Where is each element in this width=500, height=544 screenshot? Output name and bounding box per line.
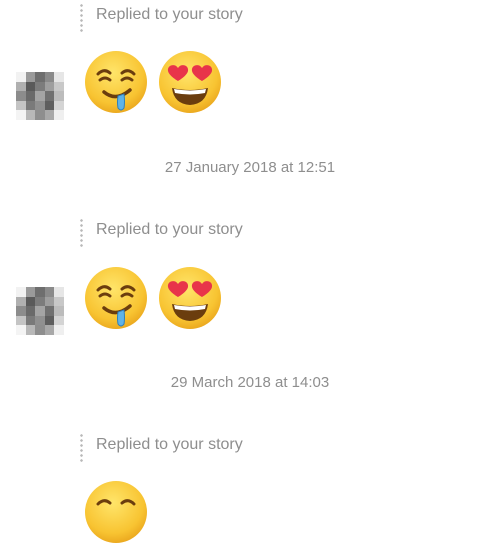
drooling-face-emoji [85,481,147,543]
replied-to-story-label: Replied to your story [96,221,243,238]
replied-to-story-label: Replied to your story [96,436,243,453]
smiling-face-with-heart-eyes-emoji [159,267,221,329]
story-reply-header[interactable]: Replied to your story [80,433,480,463]
avatar[interactable] [14,72,66,120]
avatar[interactable] [14,287,66,335]
drooling-face-emoji [85,51,147,113]
story-reply-header[interactable]: Replied to your story [80,3,480,33]
dotted-divider [80,3,83,33]
smiling-face-with-heart-eyes-emoji [159,51,221,113]
drooling-face-emoji [85,267,147,329]
replied-to-story-label: Replied to your story [96,6,243,23]
dotted-divider [80,218,83,248]
timestamp: 29 March 2018 at 14:03 [170,374,330,391]
story-reply-header[interactable]: Replied to your story [80,218,480,248]
timestamp: 27 January 2018 at 12:51 [164,159,336,176]
dotted-divider [80,433,83,463]
